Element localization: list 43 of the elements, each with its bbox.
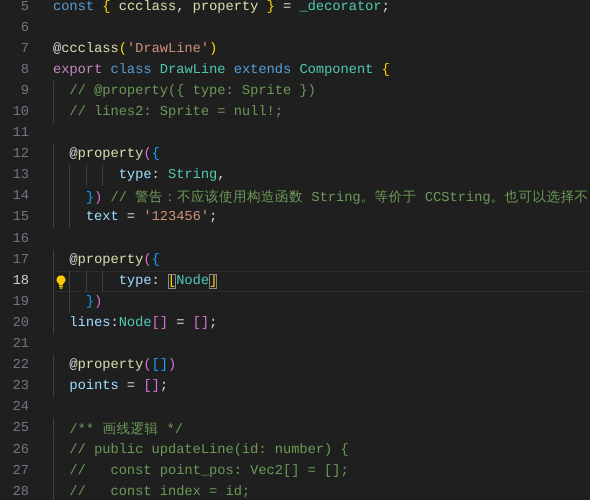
code-line: // @property({ type: Sprite })	[69, 84, 316, 99]
line-number: 6	[20, 20, 29, 36]
line-number: 11	[12, 126, 29, 142]
lightbulb-icon[interactable]	[56, 274, 66, 289]
code-line: @property({	[69, 252, 160, 268]
line-number: 7	[20, 42, 29, 57]
line-number: 5	[20, 0, 29, 15]
line-number: 10	[12, 105, 29, 120]
line-number: 8	[20, 62, 29, 78]
line-number: 18	[12, 274, 29, 289]
line-number: 14	[12, 189, 29, 204]
code-line: type: String,	[118, 168, 226, 184]
line-number: 21	[12, 337, 29, 352]
code-line: // lines2: Sprite = null!;	[69, 105, 283, 120]
line-number: 26	[12, 442, 29, 458]
code-line: export class DrawLine extends Component {	[53, 62, 390, 78]
line-number: 24	[12, 400, 29, 416]
line-number: 16	[12, 232, 29, 247]
line-number: 27	[12, 464, 29, 479]
line-number: 19	[12, 294, 29, 310]
code-line: })	[86, 294, 102, 310]
code-line: points = [];	[69, 379, 168, 394]
line-number: 15	[12, 210, 29, 226]
code-line: @ccclass('DrawLine')	[53, 42, 218, 57]
code-line: }) // 警告：不应该使用构造函数 String。等价于 CCString。也可以选择不	[86, 188, 589, 206]
code-line: const { ccclass, property } = _decorator;	[53, 0, 390, 15]
line-number: 25	[12, 421, 29, 436]
code-line: // const point_pos: Vec2[] = [];	[69, 464, 349, 479]
line-number: 23	[12, 379, 29, 394]
code-line: // public updateLine(id: number) {	[69, 442, 349, 458]
code-line: // const index = id;	[69, 484, 250, 500]
code-line: lines:Node[] = [];	[69, 316, 218, 331]
code-line: text = '123456';	[86, 210, 218, 226]
line-number: 9	[20, 84, 29, 99]
code-line: /** 画线逻辑 */	[69, 421, 183, 438]
line-number: 17	[12, 252, 29, 268]
line-number: 28	[12, 484, 29, 500]
code-line: @property([])	[69, 358, 176, 374]
code-line: @property({	[69, 147, 160, 162]
line-number: 13	[12, 168, 29, 184]
line-number: 22	[12, 358, 29, 374]
line-number: 20	[12, 316, 29, 331]
line-number: 12	[12, 147, 29, 162]
